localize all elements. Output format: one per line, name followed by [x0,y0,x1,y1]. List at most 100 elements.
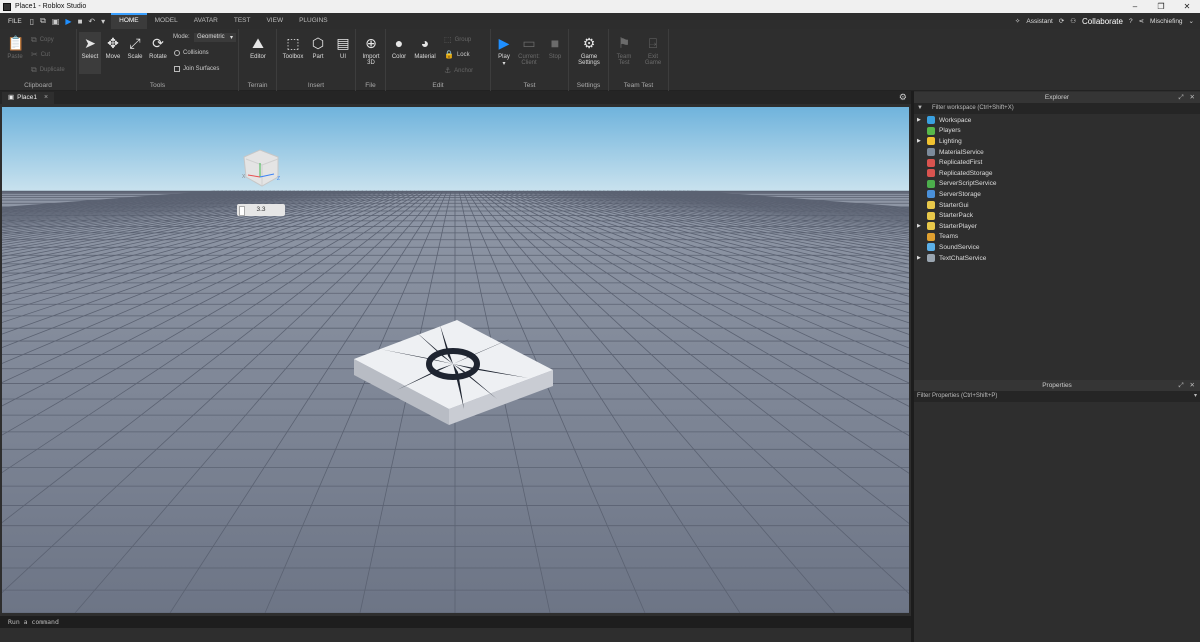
move-tool-button[interactable]: ✥ Move [102,35,124,60]
join-surfaces-checkbox[interactable] [174,66,180,72]
ui-button[interactable]: ▤ UI [332,35,354,60]
play-chevron-icon[interactable]: ▾ [493,60,515,67]
explorer-item-starterplayer[interactable]: ▶ StarterPlayer [914,221,1200,232]
panel-controls[interactable]: ⤢ ✕ [1179,380,1197,391]
user-name[interactable]: Mischiefing [1150,18,1183,25]
scale-tool-button[interactable]: ⤢ Scale [124,35,146,60]
open-file-icon[interactable]: ⧉ [40,16,46,26]
minimize-button[interactable]: – [1122,0,1148,13]
cut-button[interactable]: ✂ Cut [31,50,50,59]
explorer-item-starterpack[interactable]: StarterPack [914,210,1200,221]
file-menu[interactable]: FILE [0,18,30,25]
expand-arrow-icon[interactable]: ▶ [917,255,927,261]
color-button[interactable]: ● Color [388,35,410,60]
explorer-item-serverstorage[interactable]: ServerStorage [914,189,1200,200]
help-icon[interactable]: ? [1129,18,1133,25]
undo-icon[interactable]: ↶ [88,17,95,26]
terrain-editor-button[interactable]: ⛰ Editor [247,35,269,60]
user-menu-chevron-icon[interactable]: ⌄ [1189,17,1194,25]
tab-avatar[interactable]: AVATAR [186,13,226,29]
pin-icon[interactable]: ⤢ [1179,382,1186,389]
stop-button[interactable]: ■ Stop [544,35,566,60]
collisions-radio[interactable] [174,50,180,56]
close-button[interactable]: ✕ [1174,0,1200,13]
roblox-studio-logo-icon [3,2,11,11]
3d-viewport[interactable]: X Z 3.3 [2,107,909,613]
explorer-item-replicatedstorage[interactable]: ReplicatedStorage [914,168,1200,179]
panel-controls[interactable]: ⤢ ✕ [1179,92,1197,103]
viewport-scene[interactable]: X Z [2,107,909,613]
command-input[interactable] [0,616,911,628]
import-3d-button[interactable]: ⊕ Import 3D [360,35,382,66]
explorer-item-materialservice[interactable]: MaterialService [914,147,1200,158]
filter-funnel-icon[interactable]: ▼ [917,103,923,114]
exit-game-button[interactable]: ⍈ Exit Game [642,35,664,66]
tab-plugins[interactable]: PLUGINS [291,13,336,29]
explorer-item-players[interactable]: Players [914,126,1200,137]
settings-group-label: Settings [576,82,601,89]
close-panel-icon[interactable]: ✕ [1190,382,1197,389]
anchor-button[interactable]: ⚓ Anchor [444,66,473,75]
collisions-toggle[interactable]: Collisions [174,50,209,56]
collaborate-icon[interactable]: ⚇ [1070,17,1076,25]
explorer-item-startergui[interactable]: StarterGui [914,200,1200,211]
explorer-item-label: SoundService [939,243,980,251]
tab-test[interactable]: TEST [226,13,259,29]
explorer-item-label: ReplicatedFirst [939,159,983,167]
explorer-item-teams[interactable]: Teams [914,232,1200,243]
lighting-icon [927,137,935,146]
explorer-item-serverscriptservice[interactable]: ServerScriptService [914,179,1200,190]
lock-button[interactable]: 🔒 Lock [444,50,470,59]
explorer-item-workspace[interactable]: ▶ Workspace [914,115,1200,126]
explorer-item-lighting[interactable]: ▶ Lighting [914,136,1200,147]
customize-chevron-icon[interactable]: ▾ [101,17,105,26]
terrain-group-label: Terrain [247,82,268,89]
pin-icon[interactable]: ⤢ [1179,94,1186,101]
collaborate-button[interactable]: Collaborate [1082,17,1123,26]
assistant-button[interactable]: Assistant [1026,18,1052,25]
join-surfaces-toggle[interactable]: Join Surfaces [174,66,219,72]
maximize-button[interactable]: ❐ [1148,0,1174,13]
explorer-item-textchatservice[interactable]: ▶ TextChatService [914,253,1200,264]
explorer-item-soundservice[interactable]: SoundService [914,242,1200,253]
color-circle-icon: ● [394,35,404,51]
close-panel-icon[interactable]: ✕ [1190,94,1197,101]
quick-play-icon[interactable]: ▶ [65,17,71,26]
viewport-settings-gear-icon[interactable]: ⚙ [899,92,907,103]
duplicate-button[interactable]: ⧉ Duplicate [31,65,65,75]
paste-button[interactable]: 📋 Paste [4,35,26,60]
team-test-button[interactable]: ⚑ Team Test [613,35,635,66]
expand-arrow-icon[interactable]: ▶ [917,223,927,229]
filter-chevron-icon[interactable]: ▾ [1194,391,1197,402]
duplicate-icon: ⧉ [31,65,37,74]
quick-stop-icon[interactable]: ■ [78,17,83,26]
tab-model[interactable]: MODEL [147,13,186,29]
toolbox-button[interactable]: ⬚ Toolbox [281,35,305,60]
assistant-icon[interactable]: ✧ [1015,17,1020,25]
properties-filter[interactable]: Filter Properties (Ctrl+Shift+P) ▾ [914,391,1200,402]
explorer-filter[interactable]: ▼ Filter workspace (Ctrl+Shift+X) [914,103,1200,114]
document-tab-place1[interactable]: ▣ Place1 × [2,92,55,104]
part-button[interactable]: ⬡ Part [307,35,329,60]
current-client-button[interactable]: ▭ Current: Client [517,35,541,66]
new-file-icon[interactable]: ▯ [30,17,34,26]
game-settings-button[interactable]: ⚙ Game Settings [576,35,602,66]
rotate-tool-button[interactable]: ⟳ Rotate [147,35,169,60]
command-bar [0,616,911,628]
expand-arrow-icon[interactable]: ▶ [917,138,927,144]
close-tab-icon[interactable]: × [44,92,48,104]
sync-icon[interactable]: ⟳ [1059,17,1064,25]
size-readout[interactable]: 3.3 [237,204,285,216]
share-icon[interactable]: ⋖ [1139,17,1144,25]
expand-arrow-icon[interactable]: ▶ [917,117,927,123]
play-button[interactable]: ▶ Play ▾ [493,35,515,67]
mode-dropdown[interactable]: Geometric ▾ [194,33,236,42]
tab-home[interactable]: HOME [111,13,147,29]
material-button[interactable]: ◕ Material [412,35,438,60]
explorer-item-replicatedfirst[interactable]: ReplicatedFirst [914,157,1200,168]
select-tool-button[interactable]: ➤ Select [79,32,101,74]
save-icon[interactable]: ▣ [52,17,60,26]
tab-view[interactable]: VIEW [258,13,291,29]
copy-button[interactable]: ⧉ Copy [31,35,54,45]
group-button[interactable]: ⬚ Group [444,35,471,44]
